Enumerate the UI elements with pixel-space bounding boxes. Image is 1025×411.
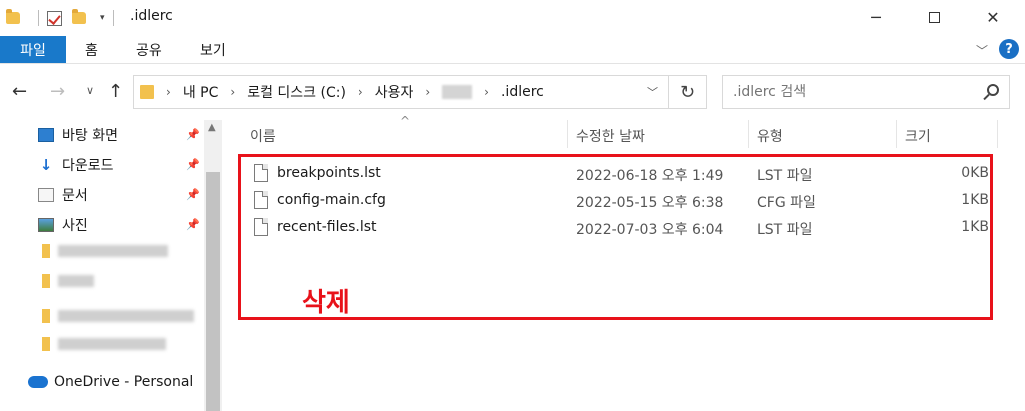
up-button[interactable]: ↑ <box>108 81 123 102</box>
sidebar-item-desktop[interactable]: 바탕 화면 <box>38 124 118 146</box>
refresh-button[interactable]: ↻ <box>669 75 707 109</box>
sidebar-item-downloads[interactable]: ↓ 다운로드 <box>38 154 114 176</box>
sidebar-item-documents[interactable]: 문서 <box>38 184 88 206</box>
desktop-icon <box>38 128 54 142</box>
pin-icon: 📌 <box>186 158 200 171</box>
breadcrumb-separator[interactable]: › <box>166 85 171 99</box>
address-bar[interactable]: › 내 PC › 로컬 디스크 (C:) › 사용자 › › .idlerc ﹀ <box>133 75 669 109</box>
column-divider[interactable] <box>748 120 749 148</box>
navigation-bar: ← → ∨ ↑ › 내 PC › 로컬 디스크 (C:) › 사용자 › › .… <box>0 64 1025 120</box>
sidebar-item-redacted[interactable] <box>42 243 168 259</box>
maximize-button[interactable] <box>911 0 957 34</box>
sidebar-item-label: 다운로드 <box>62 158 114 174</box>
navigation-pane: 바탕 화면 📌 ↓ 다운로드 📌 문서 📌 사진 📌 OneDrive - Pe… <box>0 120 204 411</box>
tab-share[interactable]: 공유 <box>136 40 162 60</box>
column-header-name[interactable]: 이름 <box>250 126 276 146</box>
sidebar-item-label: 문서 <box>62 188 88 204</box>
folder-icon <box>42 337 50 351</box>
folder-icon <box>42 309 50 323</box>
minimize-button[interactable]: ─ <box>853 0 899 34</box>
toolbar-divider <box>38 10 39 26</box>
redacted-label <box>58 310 194 322</box>
breadcrumb-current[interactable]: .idlerc <box>501 84 544 100</box>
column-divider[interactable] <box>567 120 568 148</box>
folder-icon <box>140 85 154 99</box>
sidebar-item-label: 바탕 화면 <box>62 128 118 144</box>
sidebar-item-pictures[interactable]: 사진 <box>38 214 88 236</box>
close-button[interactable]: ✕ <box>970 0 1016 34</box>
cloud-icon <box>28 376 48 388</box>
breadcrumb-this-pc[interactable]: 내 PC <box>183 82 219 102</box>
sidebar-item-label: 사진 <box>62 218 88 234</box>
sidebar-item-redacted[interactable] <box>42 273 94 289</box>
sidebar-item-label: OneDrive - Personal <box>54 374 194 390</box>
tab-view[interactable]: 보기 <box>200 40 226 60</box>
forward-button[interactable]: → <box>50 81 65 102</box>
back-button[interactable]: ← <box>12 81 27 102</box>
sidebar-item-redacted[interactable] <box>42 308 194 324</box>
tab-home[interactable]: 홈 <box>85 40 98 60</box>
column-header-size[interactable]: 크기 <box>905 126 931 146</box>
search-icon <box>987 84 999 96</box>
pin-icon: 📌 <box>186 218 200 231</box>
breadcrumb-separator[interactable]: › <box>230 85 235 99</box>
window-title: .idlerc <box>130 8 173 24</box>
sort-ascending-icon: ^ <box>400 114 411 128</box>
redacted-label <box>58 338 166 350</box>
recent-locations-icon[interactable]: ∨ <box>86 84 94 97</box>
column-header-type[interactable]: 유형 <box>757 126 783 146</box>
download-icon: ↓ <box>39 156 53 174</box>
folder-icon <box>42 244 50 258</box>
toolbar-divider <box>112 10 114 26</box>
folder-icon <box>42 274 50 288</box>
sidebar-item-redacted[interactable] <box>42 336 166 352</box>
help-icon[interactable]: ? <box>999 39 1019 59</box>
new-folder-icon[interactable] <box>72 9 86 24</box>
folder-icon <box>6 9 20 24</box>
breadcrumb-separator[interactable]: › <box>425 85 430 99</box>
breadcrumb-separator[interactable]: › <box>358 85 363 99</box>
sidebar-scrollbar[interactable]: ▲ <box>204 120 222 411</box>
title-bar: ▾ .idlerc ─ ✕ <box>0 0 1025 36</box>
file-list-header: ^ 이름 수정한 날짜 유형 크기 <box>222 114 1012 148</box>
breadcrumb-separator[interactable]: › <box>484 85 489 99</box>
tab-file[interactable]: 파일 <box>0 36 66 63</box>
column-header-date[interactable]: 수정한 날짜 <box>576 126 645 146</box>
breadcrumb-user-redacted[interactable] <box>442 85 473 99</box>
breadcrumb-users[interactable]: 사용자 <box>375 82 414 102</box>
properties-icon[interactable] <box>47 10 62 26</box>
address-dropdown-icon[interactable]: ﹀ <box>647 84 658 100</box>
maximize-icon <box>928 11 940 23</box>
redacted-label <box>58 245 168 257</box>
pictures-icon <box>38 218 54 232</box>
expand-ribbon-icon[interactable]: ﹀ <box>976 42 988 59</box>
annotation-delete-label: 삭제 <box>302 288 350 318</box>
ribbon-tabs: 파일 홈 공유 보기 ﹀ ? <box>0 36 1025 64</box>
document-icon <box>38 188 54 202</box>
breadcrumb-local-disk[interactable]: 로컬 디스크 (C:) <box>247 82 346 102</box>
scroll-up-icon[interactable]: ▲ <box>208 122 216 133</box>
customize-toolbar-icon[interactable]: ▾ <box>100 13 105 23</box>
scrollbar-thumb[interactable] <box>206 172 220 411</box>
sidebar-item-onedrive[interactable]: OneDrive - Personal <box>28 374 193 390</box>
column-divider[interactable] <box>997 120 998 148</box>
pin-icon: 📌 <box>186 188 200 201</box>
quick-access-toolbar: ▾ <box>6 8 122 28</box>
pin-icon: 📌 <box>186 128 200 141</box>
annotation-highlight-box <box>238 154 993 320</box>
search-input[interactable] <box>723 76 963 108</box>
search-box[interactable] <box>722 75 1010 109</box>
column-divider[interactable] <box>896 120 897 148</box>
redacted-label <box>58 275 94 287</box>
